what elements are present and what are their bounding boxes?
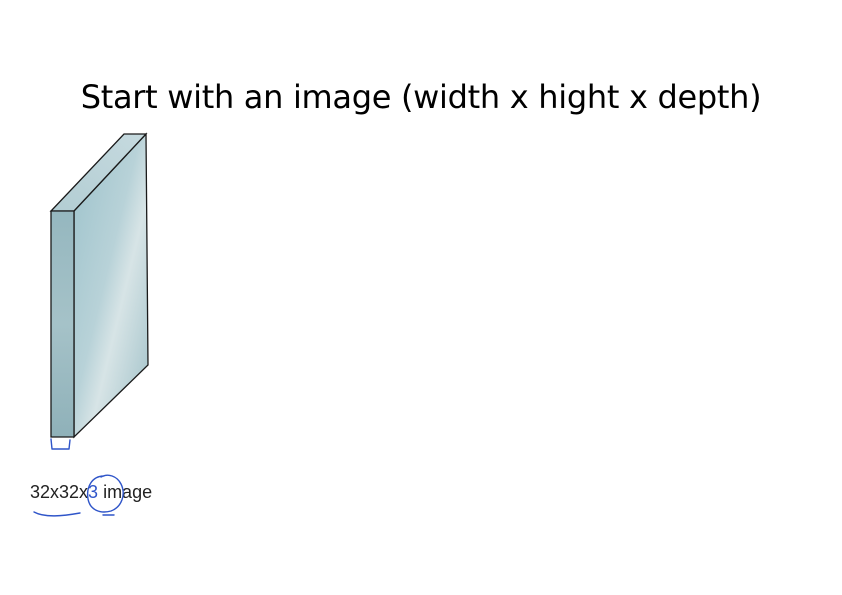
image-volume bbox=[49, 132, 149, 439]
caption-suffix: image bbox=[98, 482, 153, 502]
volume-depth-face bbox=[50, 210, 75, 438]
volume-caption: 32x32x3 image bbox=[30, 482, 152, 503]
slide: Start with an image (width x hight x dep… bbox=[0, 0, 842, 595]
caption-depth-value: 3 bbox=[88, 482, 99, 502]
caption-width-height: 32x32x bbox=[30, 482, 89, 502]
